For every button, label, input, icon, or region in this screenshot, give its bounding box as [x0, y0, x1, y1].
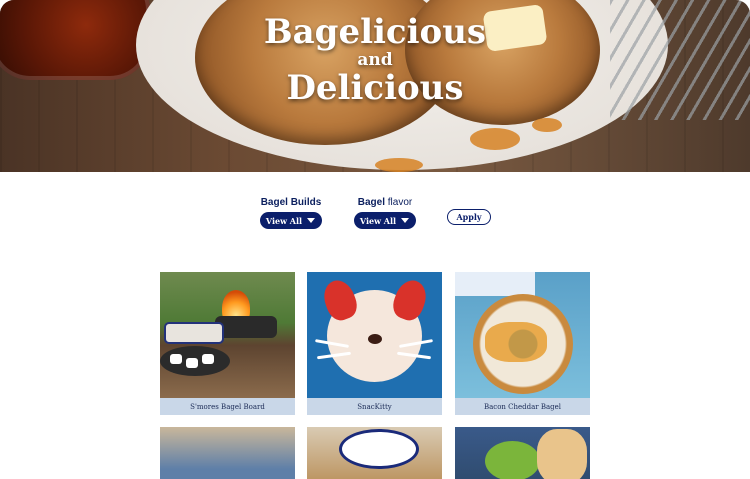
bagel-flavor-label: Bagel flavor [357, 197, 413, 208]
recipe-image[interactable] [160, 427, 295, 479]
filter-bar: Bagel Builds View All Bagel flavor View … [0, 197, 750, 237]
recipe-image[interactable] [160, 272, 295, 398]
recipe-card[interactable] [160, 427, 295, 479]
bagel-builds-dropdown[interactable]: View All [260, 212, 322, 229]
syrup-puddle [532, 118, 562, 132]
hero-banner: Bagelicious and Delicious [0, 0, 750, 172]
recipe-caption[interactable]: SnacKitty [307, 398, 442, 415]
syrup-puddle [470, 128, 520, 150]
hero-title-line1: Bagelicious [263, 12, 487, 52]
bagel-flavor-value: View All [359, 215, 397, 226]
recipe-image[interactable] [455, 272, 590, 398]
recipe-caption[interactable]: S'mores Bagel Board [160, 398, 295, 415]
recipe-card[interactable] [455, 427, 590, 479]
hero-title-line2: and [357, 50, 393, 70]
marshmallow-image [186, 358, 198, 368]
recipe-card[interactable]: SnacKitty [307, 272, 442, 415]
apply-button[interactable]: Apply [447, 209, 491, 225]
recipe-card[interactable]: Bacon Cheddar Bagel [455, 272, 590, 415]
recipe-card[interactable] [307, 427, 442, 479]
hero-title-line3: Delicious [286, 68, 464, 108]
fire-pit-image [215, 316, 277, 338]
lenders-logo-image [339, 429, 419, 469]
bagel-builds-label: Bagel Builds [260, 197, 322, 208]
recipe-card[interactable]: S'mores Bagel Board [160, 272, 295, 415]
recipe-image[interactable] [307, 272, 442, 398]
recipe-image[interactable] [307, 427, 442, 479]
bagel-bag-image [164, 322, 224, 344]
recipe-image[interactable] [455, 427, 590, 479]
bagel-builds-filter: Bagel Builds View All [260, 197, 322, 229]
bagel-image [537, 429, 587, 479]
chevron-down-icon [307, 218, 315, 223]
recipe-caption[interactable]: Bacon Cheddar Bagel [455, 398, 590, 415]
salad-image [485, 441, 540, 479]
cat-nose-image [368, 334, 382, 344]
cheddar-topping-image [485, 322, 547, 362]
bagel-flavor-filter: Bagel flavor View All [354, 197, 416, 229]
bagel-flavor-dropdown[interactable]: View All [354, 212, 416, 229]
marshmallow-image [202, 354, 214, 364]
syrup-puddle [375, 158, 423, 172]
page: Bagelicious and Delicious Bagel Builds V… [0, 0, 750, 479]
chevron-down-icon [401, 218, 409, 223]
bagel-bag-image [455, 272, 535, 296]
marshmallow-image [170, 354, 182, 364]
hero-title: Bagelicious and Delicious [0, 12, 750, 108]
bagel-builds-value: View All [265, 215, 303, 226]
